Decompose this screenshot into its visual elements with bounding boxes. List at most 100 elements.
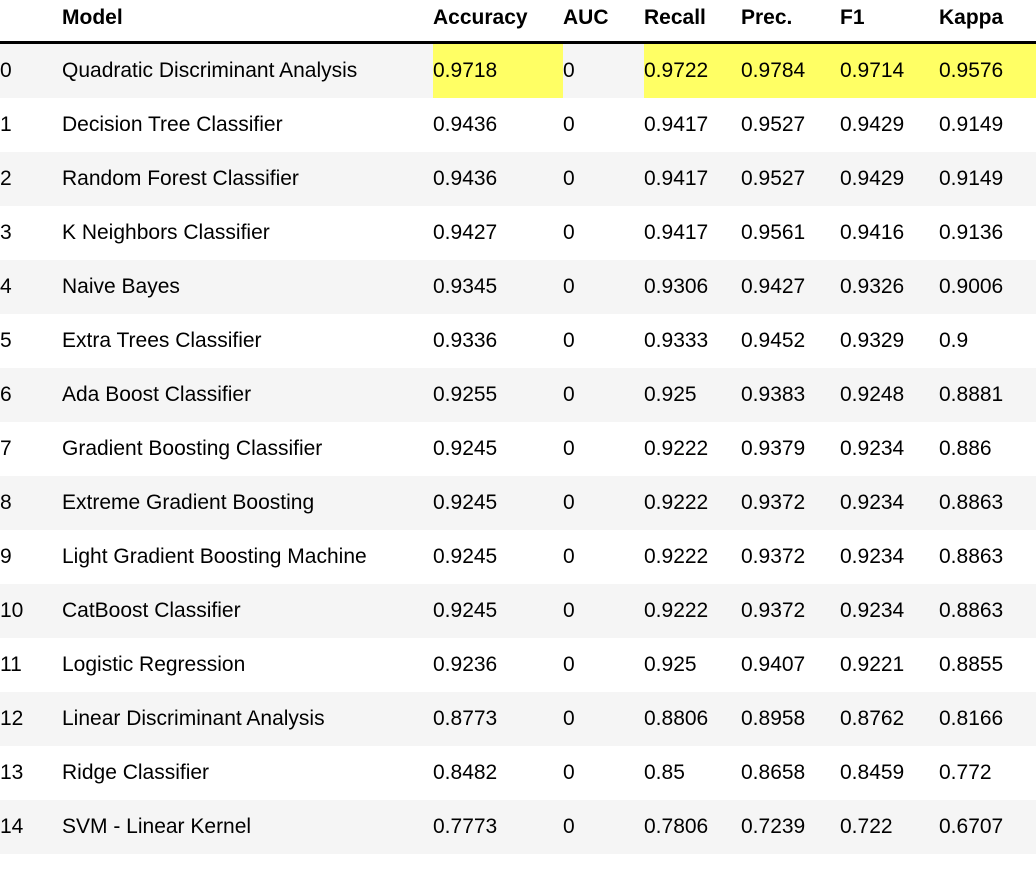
cell-kappa: 0.9136 [939,206,1036,260]
cell-prec: 0.8658 [741,746,840,800]
cell-model: Ridge Classifier [62,746,433,800]
cell-prec: 0.9379 [741,422,840,476]
cell-auc: 0 [563,260,644,314]
cell-accuracy: 0.9436 [433,98,563,152]
table-header-row: Model Accuracy AUC Recall Prec. F1 Kappa [0,0,1036,44]
cell-kappa: 0.8855 [939,638,1036,692]
cell-accuracy: 0.9345 [433,260,563,314]
cell-auc: 0 [563,206,644,260]
row-index: 11 [0,638,62,692]
cell-accuracy: 0.9427 [433,206,563,260]
cell-auc: 0 [563,746,644,800]
cell-f1: 0.8459 [840,746,939,800]
cell-prec: 0.8958 [741,692,840,746]
cell-recall: 0.9222 [644,476,741,530]
cell-f1: 0.9429 [840,152,939,206]
cell-model: Quadratic Discriminant Analysis [62,42,433,98]
cell-kappa: 0.8166 [939,692,1036,746]
cell-recall: 0.9222 [644,584,741,638]
table-row: 6 Ada Boost Classifier 0.9255 0 0.925 0.9383 0… [0,368,1036,422]
cell-auc: 0 [563,530,644,584]
cell-accuracy: 0.9718 [433,42,563,98]
cell-prec: 0.9383 [741,368,840,422]
cell-recall: 0.9417 [644,98,741,152]
cell-model: Ada Boost Classifier [62,368,433,422]
table-row: 1 Decision Tree Classifier 0.9436 0 0.9417 0.… [0,98,1036,152]
cell-kappa: 0.9576 [939,42,1036,98]
cell-recall: 0.9222 [644,530,741,584]
cell-recall: 0.925 [644,368,741,422]
table-row: 4 Naive Bayes 0.9345 0 0.9306 0.9427 0.9326 0.9… [0,260,1036,314]
table-body: 0 Quadratic Discriminant Analysis 0.9718 0 0… [0,42,1036,854]
cell-recall: 0.925 [644,638,741,692]
row-index: 7 [0,422,62,476]
table-row: 3K Neighbors Classifier 0.9427 0 0.9417 0.95… [0,206,1036,260]
column-header-auc: AUC [563,0,644,44]
cell-kappa: 0.772 [939,746,1036,800]
cell-auc: 0 [563,800,644,854]
table-row: 9 Light Gradient Boosting Machine 0.9245 0 0… [0,530,1036,584]
table-row: 11 Logistic Regression 0.9236 0 0.925 0.9407 0… [0,638,1036,692]
cell-recall: 0.8806 [644,692,741,746]
table-row: 12 Linear Discriminant Analysis 0.8773 0 0.8… [0,692,1036,746]
cell-kappa: 0.8863 [939,584,1036,638]
table-row: 8 Extreme Gradient Boosting 0.9245 0 0.9222 0… [0,476,1036,530]
row-index: 8 [0,476,62,530]
cell-f1: 0.9416 [840,206,939,260]
cell-prec: 0.9784 [741,42,840,98]
table-row: 14 SVM - Linear Kernel 0.7773 0 0.7806 0.7239… [0,800,1036,854]
cell-kappa: 0.8863 [939,476,1036,530]
cell-model: SVM - Linear Kernel [62,800,433,854]
cell-model: Linear Discriminant Analysis [62,692,433,746]
cell-prec: 0.9372 [741,584,840,638]
cell-auc: 0 [563,368,644,422]
cell-kappa: 0.9006 [939,260,1036,314]
table-row: 10 CatBoost Classifier 0.9245 0 0.9222 0.9372… [0,584,1036,638]
cell-prec: 0.9527 [741,152,840,206]
cell-auc: 0 [563,98,644,152]
cell-kappa: 0.9 [939,314,1036,368]
table-row: 0 Quadratic Discriminant Analysis 0.9718 0 0… [0,42,1036,98]
cell-recall: 0.9417 [644,152,741,206]
column-header-kappa: Kappa [939,0,1036,44]
cell-model: Naive Bayes [62,260,433,314]
cell-recall: 0.9722 [644,42,741,98]
cell-model: Logistic Regression [62,638,433,692]
cell-accuracy: 0.9236 [433,638,563,692]
table-row: 7 Gradient Boosting Classifier 0.9245 0 0.92… [0,422,1036,476]
cell-f1: 0.9234 [840,530,939,584]
cell-f1: 0.722 [840,800,939,854]
cell-f1: 0.9248 [840,368,939,422]
row-index: 6 [0,368,62,422]
cell-model: K Neighbors Classifier [62,206,433,260]
row-index: 3 [0,206,62,260]
cell-auc: 0 [563,692,644,746]
cell-prec: 0.9427 [741,260,840,314]
cell-model: Decision Tree Classifier [62,98,433,152]
table-row: 5 Extra Trees Classifier 0.9336 0 0.9333 0.94… [0,314,1036,368]
cell-accuracy: 0.9245 [433,584,563,638]
cell-recall: 0.9333 [644,314,741,368]
cell-prec: 0.9372 [741,476,840,530]
cell-auc: 0 [563,638,644,692]
row-index: 2 [0,152,62,206]
cell-f1: 0.9329 [840,314,939,368]
table-header: Model Accuracy AUC Recall Prec. F1 Kappa [0,0,1036,44]
cell-f1: 0.9221 [840,638,939,692]
cell-accuracy: 0.7773 [433,800,563,854]
cell-model: Light Gradient Boosting Machine [62,530,433,584]
cell-accuracy: 0.9245 [433,422,563,476]
row-index: 1 [0,98,62,152]
cell-prec: 0.9452 [741,314,840,368]
cell-f1: 0.9429 [840,98,939,152]
row-index: 4 [0,260,62,314]
column-header-recall: Recall [644,0,741,44]
cell-accuracy: 0.9245 [433,530,563,584]
column-header-model: Model [62,0,433,44]
column-header-prec: Prec. [741,0,840,44]
row-index: 5 [0,314,62,368]
cell-accuracy: 0.9245 [433,476,563,530]
table-row: 2 Random Forest Classifier 0.9436 0 0.9417 0.… [0,152,1036,206]
cell-accuracy: 0.9436 [433,152,563,206]
cell-f1: 0.9234 [840,422,939,476]
